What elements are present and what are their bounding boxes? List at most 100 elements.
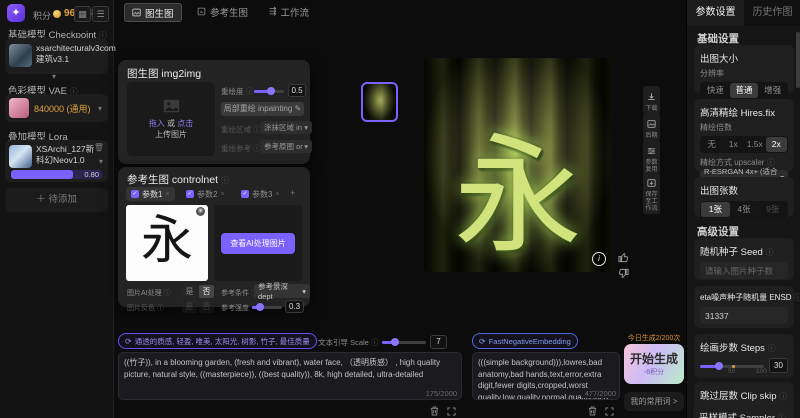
tab-params[interactable]: 参数设置 bbox=[687, 0, 744, 26]
tab-workflow[interactable]: ⇶ 工作流 bbox=[262, 3, 316, 20]
controlnet-tab-3[interactable]: ✓参数3× bbox=[236, 187, 285, 201]
sampler-card-visible: 采样模式 Sampler ⓘ 递归式绘画模式,最写实绘 (DP▾ bbox=[693, 404, 793, 418]
thumb-down-icon[interactable] bbox=[618, 263, 629, 281]
denoise-slider[interactable] bbox=[254, 90, 284, 93]
vae-thumbnail bbox=[9, 98, 29, 118]
sliders-icon bbox=[647, 147, 656, 155]
controlnet-preview-char: 永 bbox=[126, 205, 208, 279]
checkpoint-name: xsarchitecturalv3com建筑v3.1 bbox=[36, 43, 104, 64]
cfg-scale-slider[interactable] bbox=[382, 341, 426, 344]
download-button[interactable]: 下载 bbox=[643, 86, 660, 114]
close-icon[interactable]: × bbox=[165, 191, 169, 198]
tab-history[interactable]: 历史作图 bbox=[744, 0, 800, 26]
positive-prompt-box: ((竹子)), in a blooming garden, (fresh and… bbox=[118, 352, 462, 400]
ai-process-yes[interactable]: 是 bbox=[182, 285, 197, 298]
vae-value: 840000 (通用) bbox=[34, 102, 91, 115]
seed-input[interactable] bbox=[700, 262, 788, 279]
option-none[interactable]: 无 bbox=[701, 137, 723, 152]
strength-value[interactable]: 0.3 bbox=[285, 300, 304, 313]
option-1x[interactable]: 1x bbox=[723, 137, 745, 152]
option-4[interactable]: 4张 bbox=[730, 202, 759, 217]
target-icon[interactable]: ◉ bbox=[196, 207, 205, 216]
menu-icon[interactable]: ☰ bbox=[92, 6, 109, 22]
lora-name: XSArchi_127新科幻Neov1.0 bbox=[36, 144, 98, 165]
seed-title: 随机种子 Seed ⓘ bbox=[700, 244, 788, 258]
vae-card[interactable]: 840000 (通用) ▾ bbox=[5, 94, 108, 122]
denoise-value[interactable]: 0.5 bbox=[288, 84, 306, 97]
close-icon[interactable]: × bbox=[220, 191, 224, 198]
close-icon[interactable]: × bbox=[275, 191, 279, 198]
condition-label: 参考条件 ⓘ bbox=[221, 288, 258, 298]
generated-image[interactable]: 永 i bbox=[424, 58, 612, 272]
condition-select[interactable]: 参考景深 dept▾ bbox=[254, 284, 310, 298]
trash-icon[interactable]: 🗑 bbox=[94, 143, 104, 152]
positive-counter: 175/2000 bbox=[426, 389, 457, 398]
my-words-link[interactable]: 我的常用词 > bbox=[624, 392, 684, 411]
count-title: 出图张数 bbox=[700, 183, 788, 197]
option-9[interactable]: 9张 bbox=[758, 202, 787, 217]
steps-value[interactable]: 30 bbox=[769, 358, 788, 373]
negative-counter: 477/2000 bbox=[582, 389, 616, 398]
option-normal[interactable]: 普通 bbox=[730, 83, 759, 98]
redraw-region-select[interactable]: 涂抹区域 in▾ bbox=[260, 121, 312, 134]
negative-embedding-chip[interactable]: ⟳ FastNegativeEmbedding bbox=[472, 333, 578, 349]
hires-mult-options: 无 1x 1.5x 2x bbox=[700, 136, 788, 153]
controlnet-title: 参考生图 controlnet ⓘ bbox=[127, 172, 229, 187]
option-1-5x[interactable]: 1.5x bbox=[744, 137, 766, 152]
size-title: 出图大小 bbox=[700, 51, 788, 65]
ai-process-no[interactable]: 否 bbox=[199, 285, 214, 298]
tab-controlnet[interactable]: 参考生图 bbox=[190, 3, 255, 20]
controlnet-tab-2[interactable]: ✓参数2× bbox=[181, 187, 230, 201]
lora-card[interactable]: XSArchi_127新科幻Neov1.0 🗑 ▾ 0.80 bbox=[5, 140, 108, 182]
info-icon[interactable]: i bbox=[592, 252, 606, 266]
controlnet-tab-1[interactable]: ✓参数1× bbox=[126, 187, 175, 201]
add-tab-button[interactable]: + bbox=[290, 188, 295, 198]
grid-view-icon[interactable]: ▦ bbox=[74, 6, 91, 22]
positive-expand-icon[interactable] bbox=[447, 403, 456, 418]
redraw-ref-select[interactable]: 参考原图 or▾ bbox=[260, 140, 312, 153]
chevron-down-icon[interactable]: ▾ bbox=[98, 104, 102, 113]
view-ai-image-button[interactable]: 查看AI处理图片 bbox=[221, 233, 295, 254]
params-scrollbar[interactable] bbox=[796, 32, 800, 88]
save-to-workflow-button[interactable]: 保存至工作流 bbox=[643, 172, 660, 214]
strength-slider[interactable] bbox=[252, 306, 282, 309]
inpaint-button[interactable]: 局部重绘 inpainting ✎ bbox=[221, 102, 304, 116]
option-enhanced[interactable]: 增强 bbox=[758, 83, 787, 98]
lora-weight-slider[interactable]: 0.80 bbox=[11, 170, 102, 179]
ensd-input[interactable] bbox=[700, 307, 788, 324]
invert-yes[interactable]: 是 bbox=[182, 300, 197, 313]
download-icon bbox=[647, 93, 656, 101]
chevron-down-icon: ▾ bbox=[302, 287, 306, 296]
option-1[interactable]: 1张 bbox=[701, 202, 730, 217]
positive-prompt-input[interactable]: ((竹子)), in a blooming garden, (fresh and… bbox=[118, 352, 462, 400]
generate-cost: -8积分 bbox=[624, 367, 684, 377]
checkpoint-card[interactable]: xsarchitecturalv3com建筑v3.1 bbox=[5, 38, 108, 74]
basic-section-label: 基础设置 bbox=[697, 31, 739, 46]
count-options: 1张 4张 9张 bbox=[700, 201, 788, 218]
add-lora-button[interactable]: ＋ 待添加 bbox=[5, 188, 108, 212]
result-thumbnail-selected[interactable] bbox=[361, 82, 398, 122]
app-logo[interactable]: ✦ bbox=[7, 4, 25, 22]
translation-chip[interactable]: ⟳ 通透的质感, 轻盈, 唯美, 太阳光, 树影, 竹子, 最佳质量 bbox=[118, 333, 317, 349]
chevron-down-icon[interactable]: ▾ bbox=[99, 157, 103, 166]
cfg-scale-value[interactable]: 7 bbox=[430, 335, 447, 349]
lora-weight-value: 0.80 bbox=[84, 170, 99, 179]
negative-trash-icon[interactable] bbox=[588, 403, 597, 418]
tab-img2img[interactable]: 图生图 bbox=[124, 3, 182, 22]
img2img-panel: 图生图 img2img 拖入 或 点击上传图片 重绘度 ⓘ 0.5 局部重绘 i… bbox=[118, 60, 310, 164]
positive-trash-icon[interactable] bbox=[430, 403, 439, 418]
steps-card: 绘画步数 Steps ⓘ 30 50 100 bbox=[694, 334, 794, 378]
controlnet-preview-image[interactable]: 永 ◉ bbox=[126, 205, 208, 281]
option-fast[interactable]: 快速 bbox=[701, 83, 730, 98]
image-placeholder-icon bbox=[163, 99, 180, 113]
postprocess-button[interactable]: 后期 bbox=[643, 113, 660, 141]
invert-label: 图片反色 ⓘ bbox=[127, 303, 164, 313]
negative-expand-icon[interactable] bbox=[605, 403, 614, 418]
generate-button[interactable]: 开始生成 -8积分 bbox=[624, 344, 684, 384]
upload-dropzone[interactable]: 拖入 或 点击上传图片 bbox=[127, 82, 215, 156]
reuse-params-button[interactable]: 参数复用 bbox=[643, 140, 660, 175]
chevron-down-icon[interactable]: ▾ bbox=[52, 72, 56, 81]
invert-no[interactable]: 否 bbox=[199, 300, 214, 313]
hires-mult-label: 精绘倍数 bbox=[700, 122, 788, 133]
option-2x[interactable]: 2x bbox=[766, 137, 788, 152]
